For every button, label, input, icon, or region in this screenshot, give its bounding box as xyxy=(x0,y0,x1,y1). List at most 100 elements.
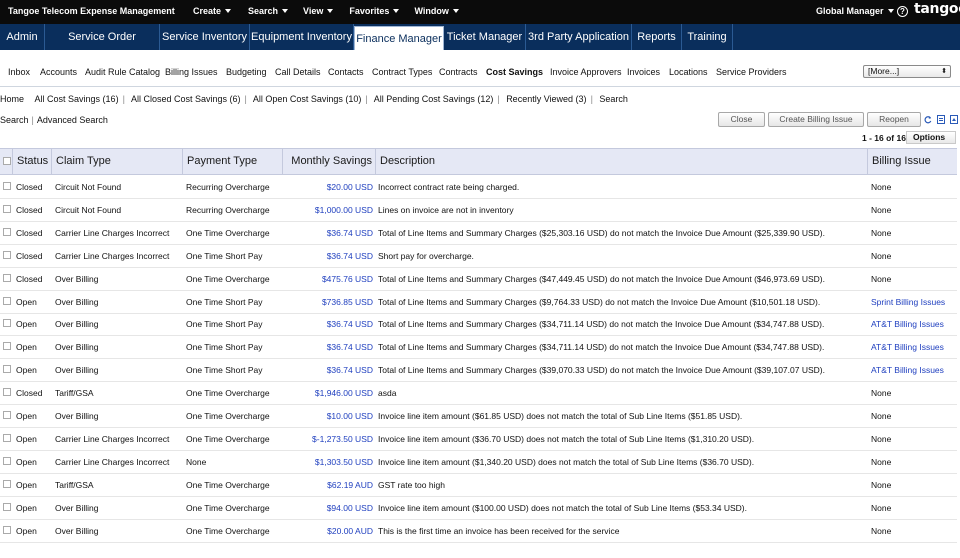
help-icon[interactable]: ? xyxy=(897,6,908,17)
subnav-contract-types[interactable]: Contract Types xyxy=(372,67,432,77)
row-checkbox[interactable] xyxy=(3,525,11,534)
table-row[interactable]: Open Over Billing One Time Short Pay $736.8… xyxy=(0,291,957,314)
billing-issue-link[interactable]: AT&T Billing Issues xyxy=(868,336,957,359)
subnav-accounts[interactable]: Accounts xyxy=(40,67,77,77)
monthly-savings-link[interactable]: $475.76 USD xyxy=(283,268,373,291)
tab-reports[interactable]: Reports xyxy=(632,24,682,50)
row-checkbox[interactable] xyxy=(3,250,11,259)
table-row[interactable]: Closed Circuit Not Found Recurring Overcha… xyxy=(0,176,957,199)
table-row[interactable]: Closed Over Billing One Time Overcharge $47… xyxy=(0,268,957,291)
tab-equipment-inventory[interactable]: Equipment Inventory xyxy=(250,24,354,50)
reopen-button[interactable]: Reopen xyxy=(867,112,921,127)
subnav-budgeting[interactable]: Budgeting xyxy=(226,67,267,77)
row-checkbox[interactable] xyxy=(3,319,11,328)
advanced-search-link[interactable]: Advanced Search xyxy=(37,115,108,125)
row-checkbox[interactable] xyxy=(3,227,11,236)
select-all-checkbox[interactable] xyxy=(3,157,11,165)
options-button[interactable]: Options xyxy=(906,131,956,144)
subnav-service-providers[interactable]: Service Providers xyxy=(716,67,787,77)
filter-all-pending[interactable]: All Pending Cost Savings (12) xyxy=(374,94,494,104)
monthly-savings-link[interactable]: $-1,273.50 USD xyxy=(283,428,373,451)
tab-3rd-party-application[interactable]: 3rd Party Application xyxy=(526,24,632,50)
tab-service-inventory[interactable]: Service Inventory xyxy=(160,24,250,50)
tab-finance-manager[interactable]: Finance Manager xyxy=(354,26,444,50)
tab-ticket-manager[interactable]: Ticket Manager xyxy=(444,24,526,50)
monthly-savings-link[interactable]: $20.00 USD xyxy=(283,176,373,199)
monthly-savings-link[interactable]: $736.85 USD xyxy=(283,291,373,314)
filter-all-cost-savings[interactable]: All Cost Savings (16) xyxy=(35,94,119,104)
tab-training[interactable]: Training xyxy=(682,24,733,50)
role-switcher[interactable]: Global Manager xyxy=(816,6,894,16)
monthly-savings-link[interactable]: $36.74 USD xyxy=(283,359,373,382)
export-icon[interactable] xyxy=(937,115,945,124)
subnav-audit-rule-catalog[interactable]: Audit Rule Catalog xyxy=(85,67,160,77)
monthly-savings-link[interactable]: $10.00 USD xyxy=(283,405,373,428)
col-claim-type[interactable]: Claim Type xyxy=(52,149,183,174)
monthly-savings-link[interactable]: $36.74 USD xyxy=(283,336,373,359)
row-checkbox[interactable] xyxy=(3,204,11,213)
col-payment-type[interactable]: Payment Type xyxy=(183,149,283,174)
table-row[interactable]: Closed Carrier Line Charges Incorrect One … xyxy=(0,222,957,245)
col-billing-issue[interactable]: Billing Issue xyxy=(868,149,957,174)
row-checkbox[interactable] xyxy=(3,411,11,419)
table-row[interactable]: Closed Tariff/GSA One Time Overcharge $1,94… xyxy=(0,382,957,406)
filter-all-open[interactable]: All Open Cost Savings (10) xyxy=(253,94,362,104)
search-link[interactable]: Search xyxy=(0,115,29,125)
subnav-locations[interactable]: Locations xyxy=(669,67,708,77)
monthly-savings-link[interactable]: $1,946.00 USD xyxy=(283,382,373,405)
menu-view[interactable]: View xyxy=(303,6,334,16)
table-row[interactable]: Open Over Billing One Time Overcharge $10.0… xyxy=(0,405,957,428)
col-monthly-savings[interactable]: Monthly Savings xyxy=(283,149,376,174)
row-checkbox[interactable] xyxy=(3,456,11,465)
subnav-invoices[interactable]: Invoices xyxy=(627,67,660,77)
filter-recently-viewed[interactable]: Recently Viewed (3) xyxy=(506,94,586,104)
filter-all-closed[interactable]: All Closed Cost Savings (6) xyxy=(131,94,241,104)
table-row[interactable]: Open Over Billing One Time Overcharge $94.0… xyxy=(0,497,957,520)
row-checkbox[interactable] xyxy=(3,182,11,190)
more-select[interactable]: [More...] ⬍ xyxy=(863,65,951,78)
subnav-cost-savings[interactable]: Cost Savings xyxy=(486,67,543,77)
tab-service-order-manager[interactable]: Service Order Manager xyxy=(45,24,160,69)
close-button[interactable]: Close xyxy=(718,112,765,127)
menu-favorites[interactable]: Favorites xyxy=(349,6,400,16)
monthly-savings-link[interactable]: $1,000.00 USD xyxy=(283,199,373,222)
monthly-savings-link[interactable]: $36.74 USD xyxy=(283,313,373,336)
subnav-billing-issues[interactable]: Billing Issues xyxy=(165,67,218,77)
billing-issue-link[interactable]: AT&T Billing Issues xyxy=(868,313,957,336)
table-row[interactable]: Open Over Billing One Time Short Pay $36.74… xyxy=(0,313,957,337)
col-status[interactable]: Status xyxy=(13,149,52,174)
table-row[interactable]: Closed Carrier Line Charges Incorrect One … xyxy=(0,245,957,268)
subnav-inbox[interactable]: Inbox xyxy=(8,67,30,77)
menu-search[interactable]: Search xyxy=(248,6,289,16)
monthly-savings-link[interactable]: $1,303.50 USD xyxy=(283,451,373,474)
filter-home[interactable]: Home xyxy=(0,94,24,104)
table-row[interactable]: Open Carrier Line Charges Incorrect None $1… xyxy=(0,451,957,474)
row-checkbox[interactable] xyxy=(3,342,11,351)
row-checkbox[interactable] xyxy=(3,388,11,397)
table-row[interactable]: Open Carrier Line Charges Incorrect One Ti… xyxy=(0,428,957,451)
monthly-savings-link[interactable]: $94.00 USD xyxy=(283,497,373,520)
table-row[interactable]: Open Over Billing One Time Overcharge $20.0… xyxy=(0,520,957,543)
refresh-icon[interactable] xyxy=(924,115,932,124)
table-row[interactable]: Open Over Billing One Time Short Pay $36.74… xyxy=(0,336,957,360)
row-checkbox[interactable] xyxy=(3,273,11,282)
col-description[interactable]: Description xyxy=(376,149,868,174)
subnav-call-details[interactable]: Call Details xyxy=(275,67,321,77)
table-row[interactable]: Open Over Billing One Time Short Pay $36.74… xyxy=(0,359,957,383)
table-row[interactable]: Closed Circuit Not Found Recurring Overcha… xyxy=(0,199,957,222)
create-billing-issue-button[interactable]: Create Billing Issue xyxy=(768,112,864,127)
row-checkbox[interactable] xyxy=(3,479,11,488)
subnav-contracts[interactable]: Contracts xyxy=(439,67,478,77)
menu-window[interactable]: Window xyxy=(414,6,459,16)
monthly-savings-link[interactable]: $36.74 USD xyxy=(283,222,373,245)
filter-search[interactable]: Search xyxy=(599,94,628,104)
billing-issue-link[interactable]: Sprint Billing Issues xyxy=(868,291,957,314)
row-checkbox[interactable] xyxy=(3,502,11,511)
subnav-contacts[interactable]: Contacts xyxy=(328,67,364,77)
menu-create[interactable]: Create xyxy=(193,6,232,16)
print-icon[interactable] xyxy=(950,115,958,124)
monthly-savings-link[interactable]: $36.74 USD xyxy=(283,245,373,268)
tab-admin[interactable]: Admin xyxy=(0,24,45,50)
subnav-invoice-approvers[interactable]: Invoice Approvers xyxy=(550,67,622,77)
row-checkbox[interactable] xyxy=(3,365,11,374)
